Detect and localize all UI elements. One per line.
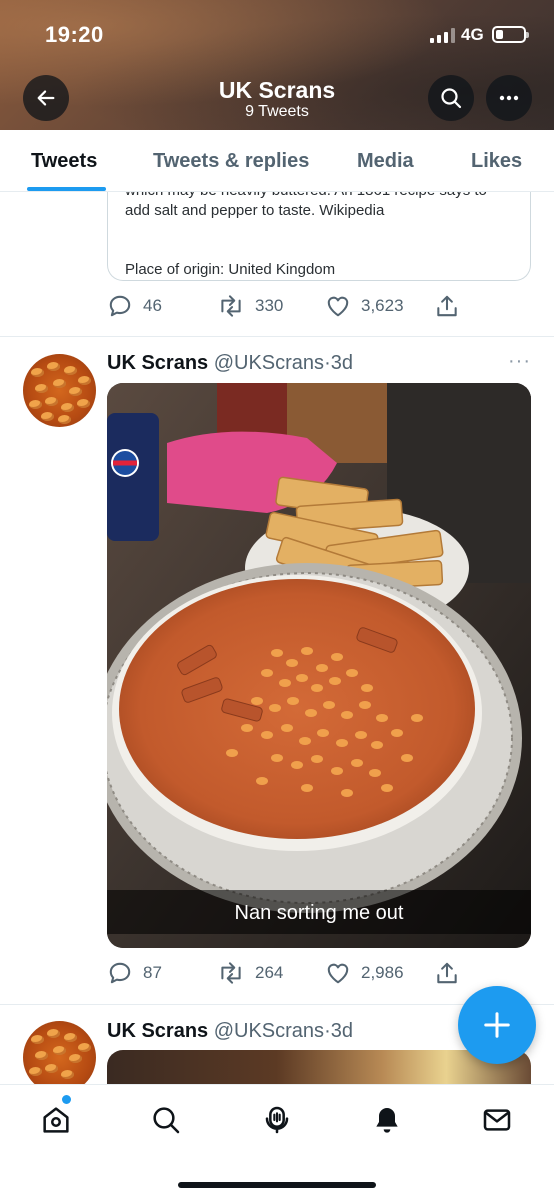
share-button[interactable] [434,293,460,319]
more-button[interactable] [486,75,532,121]
tweet-author[interactable]: UK Scrans @UKScrans·3d [107,352,353,375]
nav-search[interactable] [146,1100,186,1140]
search-button[interactable] [428,75,474,121]
tweet-more-button[interactable]: ··· [508,350,531,373]
retweet-count: 330 [255,296,284,315]
like-button[interactable]: 3,623 [325,293,404,319]
author-handle: @UKScrans [213,352,325,374]
tweet-media[interactable]: Nan sorting me out [107,383,531,948]
nav-home[interactable] [36,1100,76,1140]
network-label: 4G [461,25,484,44]
retweet-count: 264 [255,963,284,982]
reply-button[interactable]: 87 [107,960,162,986]
compose-button[interactable] [458,986,536,1064]
status-time: 19:20 [45,22,104,47]
reply-count: 87 [143,963,162,982]
tab-tweets-replies[interactable]: Tweets & replies [153,150,309,173]
bell-icon [376,1108,398,1133]
caption-bar: Nan sorting me out [107,890,531,934]
like-count: 3,623 [361,296,404,315]
signal-icon [430,28,455,43]
author-name: UK Scrans [107,1020,209,1042]
profile-tabs: Tweets Tweets & replies Media Likes [0,130,554,192]
battery-icon [492,26,529,43]
retweet-icon [221,295,241,317]
retweet-icon [221,962,241,984]
heart-icon [327,963,349,984]
nav-notifications[interactable] [367,1100,407,1140]
search-icon [153,1107,180,1134]
heart-icon [327,296,349,317]
media-caption: Nan sorting me out [234,902,404,924]
beans-photo [107,383,531,948]
spaces-icon [265,1106,289,1134]
preview-origin: Place of origin: United Kingdom [125,261,336,278]
share-icon [437,962,457,984]
avatar[interactable] [23,354,96,427]
tab-indicator [27,187,106,191]
retweet-button[interactable]: 330 [217,293,283,319]
author-name: UK Scrans [107,352,209,374]
bottom-nav [0,1084,554,1200]
share-button[interactable] [434,960,460,986]
profile-header: 19:20 4G UK Scrans 9 Tweets [0,0,554,130]
status-bar: 19:20 4G [0,0,554,70]
tweet-actions: 46 330 3,623 [107,293,531,323]
mail-icon [483,1109,511,1131]
retweet-button[interactable]: 264 [217,960,283,986]
nav-spaces[interactable] [257,1100,297,1140]
reply-button[interactable]: 46 [107,293,162,319]
like-button[interactable]: 2,986 [325,960,404,986]
tweet-author[interactable]: UK Scrans @UKScrans·3d [107,1020,353,1043]
notification-dot [62,1095,71,1104]
search-icon [441,88,462,109]
tab-likes[interactable]: Likes [471,150,522,173]
home-icon [43,1107,69,1133]
tweet-time: 3d [330,1020,353,1042]
tab-tweets[interactable]: Tweets [31,150,97,173]
reply-icon [109,962,131,984]
more-icon [499,95,519,101]
tab-media[interactable]: Media [357,150,414,173]
home-indicator [178,1182,376,1188]
reply-icon [109,295,131,317]
plus-icon [484,1012,510,1038]
like-count: 2,986 [361,963,404,982]
tweet-time: 3d [330,352,353,374]
share-icon [437,295,457,317]
author-handle: @UKScrans [213,1020,325,1042]
tweet-actions: 87 264 2,986 [107,960,531,990]
nav-messages[interactable] [477,1100,517,1140]
reply-count: 46 [143,296,162,315]
preview-text-line: add salt and pepper to taste. Wikipedia [125,202,385,219]
tweet-divider [0,336,554,337]
